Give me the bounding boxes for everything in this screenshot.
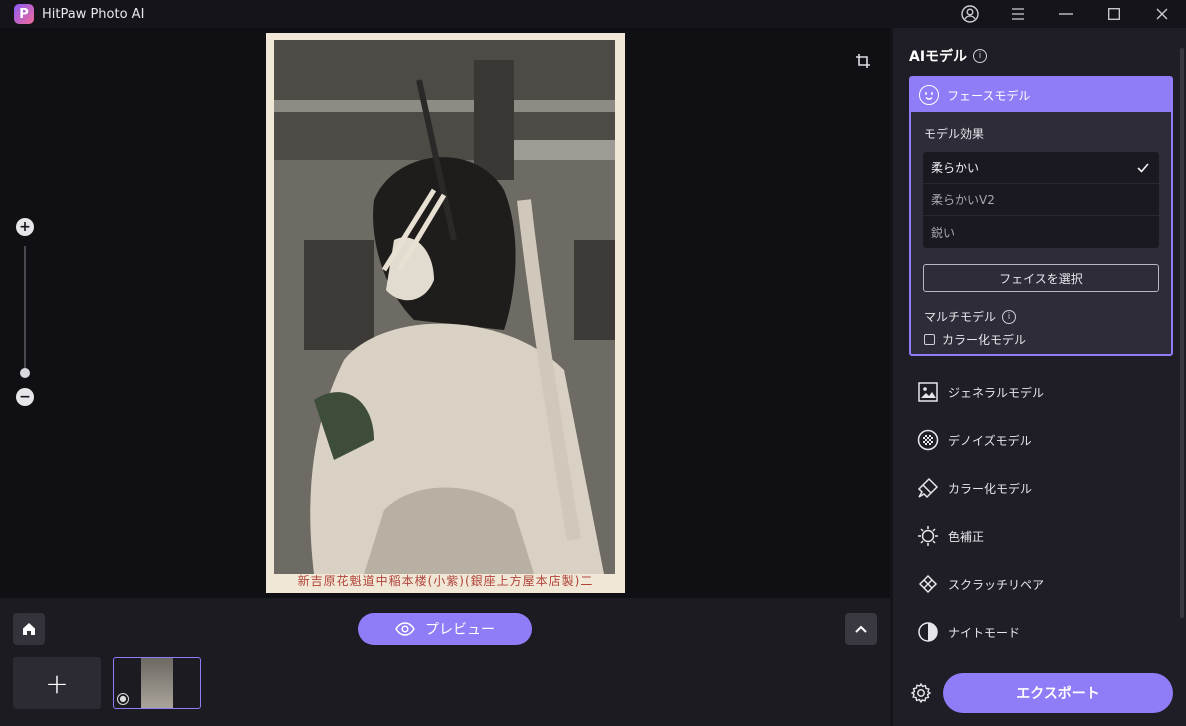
model-item-label: 色補正: [948, 529, 985, 544]
model-item-general[interactable]: ジェネラルモデル: [917, 368, 1167, 416]
effect-option[interactable]: 柔らかいV2: [923, 184, 1159, 216]
colorize-checkbox[interactable]: [924, 334, 935, 345]
colorize-checkbox-label: カラー化モデル: [942, 333, 1027, 347]
multi-model-text: マルチモデル: [924, 310, 997, 324]
account-icon[interactable]: [946, 0, 994, 28]
model-item-colorize[interactable]: カラー化モデル: [917, 464, 1167, 512]
bandage-icon: [917, 573, 939, 595]
maximize-icon[interactable]: [1090, 0, 1138, 28]
face-model-header[interactable]: フェースモデル: [911, 78, 1171, 112]
face-model-card: フェースモデル モデル効果 柔らかい 柔らかいV2 鋭い フェイスを選択 マルチ…: [909, 76, 1173, 356]
menu-icon[interactable]: [994, 0, 1042, 28]
right-panel: AIモデル i フェースモデル モデル効果 柔らかい 柔らかいV2 鋭い フェイ…: [893, 28, 1186, 726]
zoom-in-button[interactable]: +: [16, 218, 34, 236]
model-item-label: デノイズモデル: [948, 433, 1032, 448]
model-item-label: スクラッチリペア: [948, 577, 1045, 592]
chevron-up-icon: [855, 625, 867, 633]
close-icon[interactable]: [1138, 0, 1186, 28]
effect-option-label: 柔らかい: [931, 161, 980, 175]
sun-icon: [917, 525, 939, 547]
face-model-title: フェースモデル: [947, 88, 1031, 103]
settings-button[interactable]: [909, 681, 933, 705]
effect-list: 柔らかい 柔らかいV2 鋭い: [923, 152, 1159, 248]
face-icon: [919, 85, 939, 105]
model-item-color-correction[interactable]: 色補正: [917, 512, 1167, 560]
info-icon[interactable]: i: [973, 49, 988, 63]
home-button[interactable]: [13, 613, 45, 645]
effect-option-label: 柔らかいV2: [931, 193, 995, 207]
preview-label: プレビュー: [425, 622, 495, 638]
collapse-button[interactable]: [845, 613, 877, 645]
app-title: HitPaw Photo AI: [42, 6, 145, 22]
colorize-checkbox-row[interactable]: カラー化モデル: [924, 331, 1171, 348]
thumbnail-image: [141, 658, 173, 708]
minimize-icon[interactable]: [1042, 0, 1090, 28]
photo-caption: 新吉原花魁道中稲本楼(小紫)(銀座上方屋本店製)二: [297, 574, 594, 588]
zoom-slider-handle[interactable]: [20, 368, 30, 378]
brush-icon: [917, 477, 939, 499]
image-thumbnail[interactable]: ●: [113, 657, 201, 709]
model-item-scratch-repair[interactable]: スクラッチリペア: [917, 560, 1167, 608]
panel-scrollbar[interactable]: [1180, 48, 1184, 618]
contrast-icon: [917, 621, 939, 643]
crop-icon[interactable]: [852, 50, 874, 72]
title-bar: P HitPaw Photo AI: [0, 0, 1186, 28]
image-icon: [917, 381, 939, 403]
add-image-button[interactable]: +: [13, 657, 101, 709]
panel-title: AIモデル i: [909, 46, 988, 66]
eye-icon: [395, 622, 415, 636]
multi-model-label: マルチモデル i: [924, 308, 1171, 325]
panel-title-text: AIモデル: [909, 49, 968, 65]
zoom-control: + −: [16, 216, 36, 406]
info-icon[interactable]: i: [1002, 309, 1017, 324]
effect-option-label: 鋭い: [931, 225, 956, 240]
export-button[interactable]: エクスポート: [943, 673, 1173, 713]
denoise-icon: [917, 429, 939, 451]
check-icon: [1137, 162, 1149, 173]
model-item-denoise[interactable]: デノイズモデル: [917, 416, 1167, 464]
zoom-out-button[interactable]: −: [16, 388, 34, 406]
model-item-label: ジェネラルモデル: [948, 385, 1045, 400]
preview-button[interactable]: プレビュー: [358, 613, 532, 645]
photo-image: [274, 40, 615, 574]
effect-label: モデル効果: [924, 127, 985, 141]
effect-option[interactable]: 柔らかい: [923, 152, 1159, 184]
gear-icon: [910, 682, 932, 704]
photo-preview[interactable]: 新吉原花魁道中稲本楼(小紫)(銀座上方屋本店製)二: [266, 33, 625, 593]
zoom-slider[interactable]: [24, 246, 26, 376]
app-logo: P: [14, 4, 34, 24]
select-face-button[interactable]: フェイスを選択: [923, 264, 1159, 292]
home-icon: [23, 623, 35, 635]
canvas-area[interactable]: 新吉原花魁道中稲本楼(小紫)(銀座上方屋本店製)二 + −: [0, 28, 890, 598]
bottom-bar: プレビュー + ●: [0, 598, 890, 726]
model-item-night-mode[interactable]: ナイトモード: [917, 608, 1167, 656]
model-list: ジェネラルモデル デノイズモデル カラー化モデル 色補正 スクラッチリペア ナイ…: [917, 368, 1167, 656]
effect-option[interactable]: 鋭い: [923, 216, 1159, 248]
window-controls: [946, 0, 1186, 28]
model-item-label: カラー化モデル: [948, 481, 1033, 496]
status-icon: ●: [117, 693, 129, 705]
model-item-label: ナイトモード: [948, 625, 1021, 640]
